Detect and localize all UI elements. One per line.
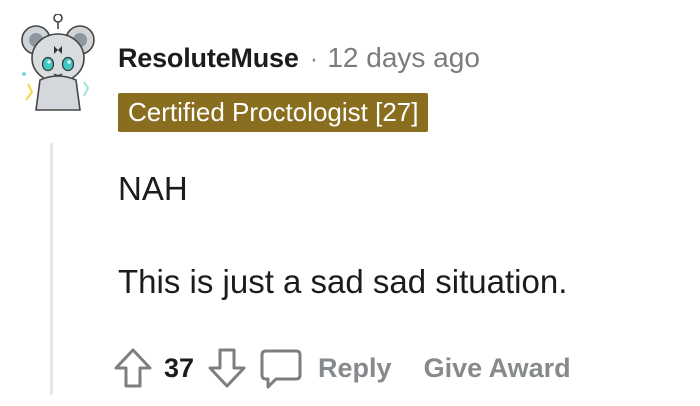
arrow-up-outline-icon — [114, 348, 152, 388]
comment-meta: ResoluteMuse · 12 days ago — [118, 38, 480, 78]
reply-button[interactable]: Reply — [258, 345, 392, 391]
koala-avatar-icon — [21, 13, 95, 111]
username-link[interactable]: ResoluteMuse — [118, 43, 299, 74]
upvote-button[interactable] — [112, 346, 154, 390]
comment-actions: 37 Reply Give Award — [112, 340, 571, 396]
give-award-button[interactable]: Give Award — [424, 353, 571, 384]
comment-body-line-1: NAH — [118, 170, 188, 207]
user-flair-badge: Certified Proctologist [27] — [118, 93, 429, 132]
meta-separator: · — [309, 42, 319, 73]
timestamp-link[interactable]: 12 days ago — [327, 42, 480, 74]
arrow-down-outline-icon — [208, 348, 246, 388]
downvote-button[interactable] — [206, 346, 248, 390]
vote-count: 37 — [164, 352, 195, 383]
speech-bubble-icon — [260, 349, 302, 389]
comment-body-line-2: This is just a sad sad situation. — [118, 263, 568, 300]
reply-label: Reply — [318, 352, 392, 383]
user-avatar[interactable] — [14, 13, 98, 114]
thread-line[interactable] — [50, 143, 53, 395]
